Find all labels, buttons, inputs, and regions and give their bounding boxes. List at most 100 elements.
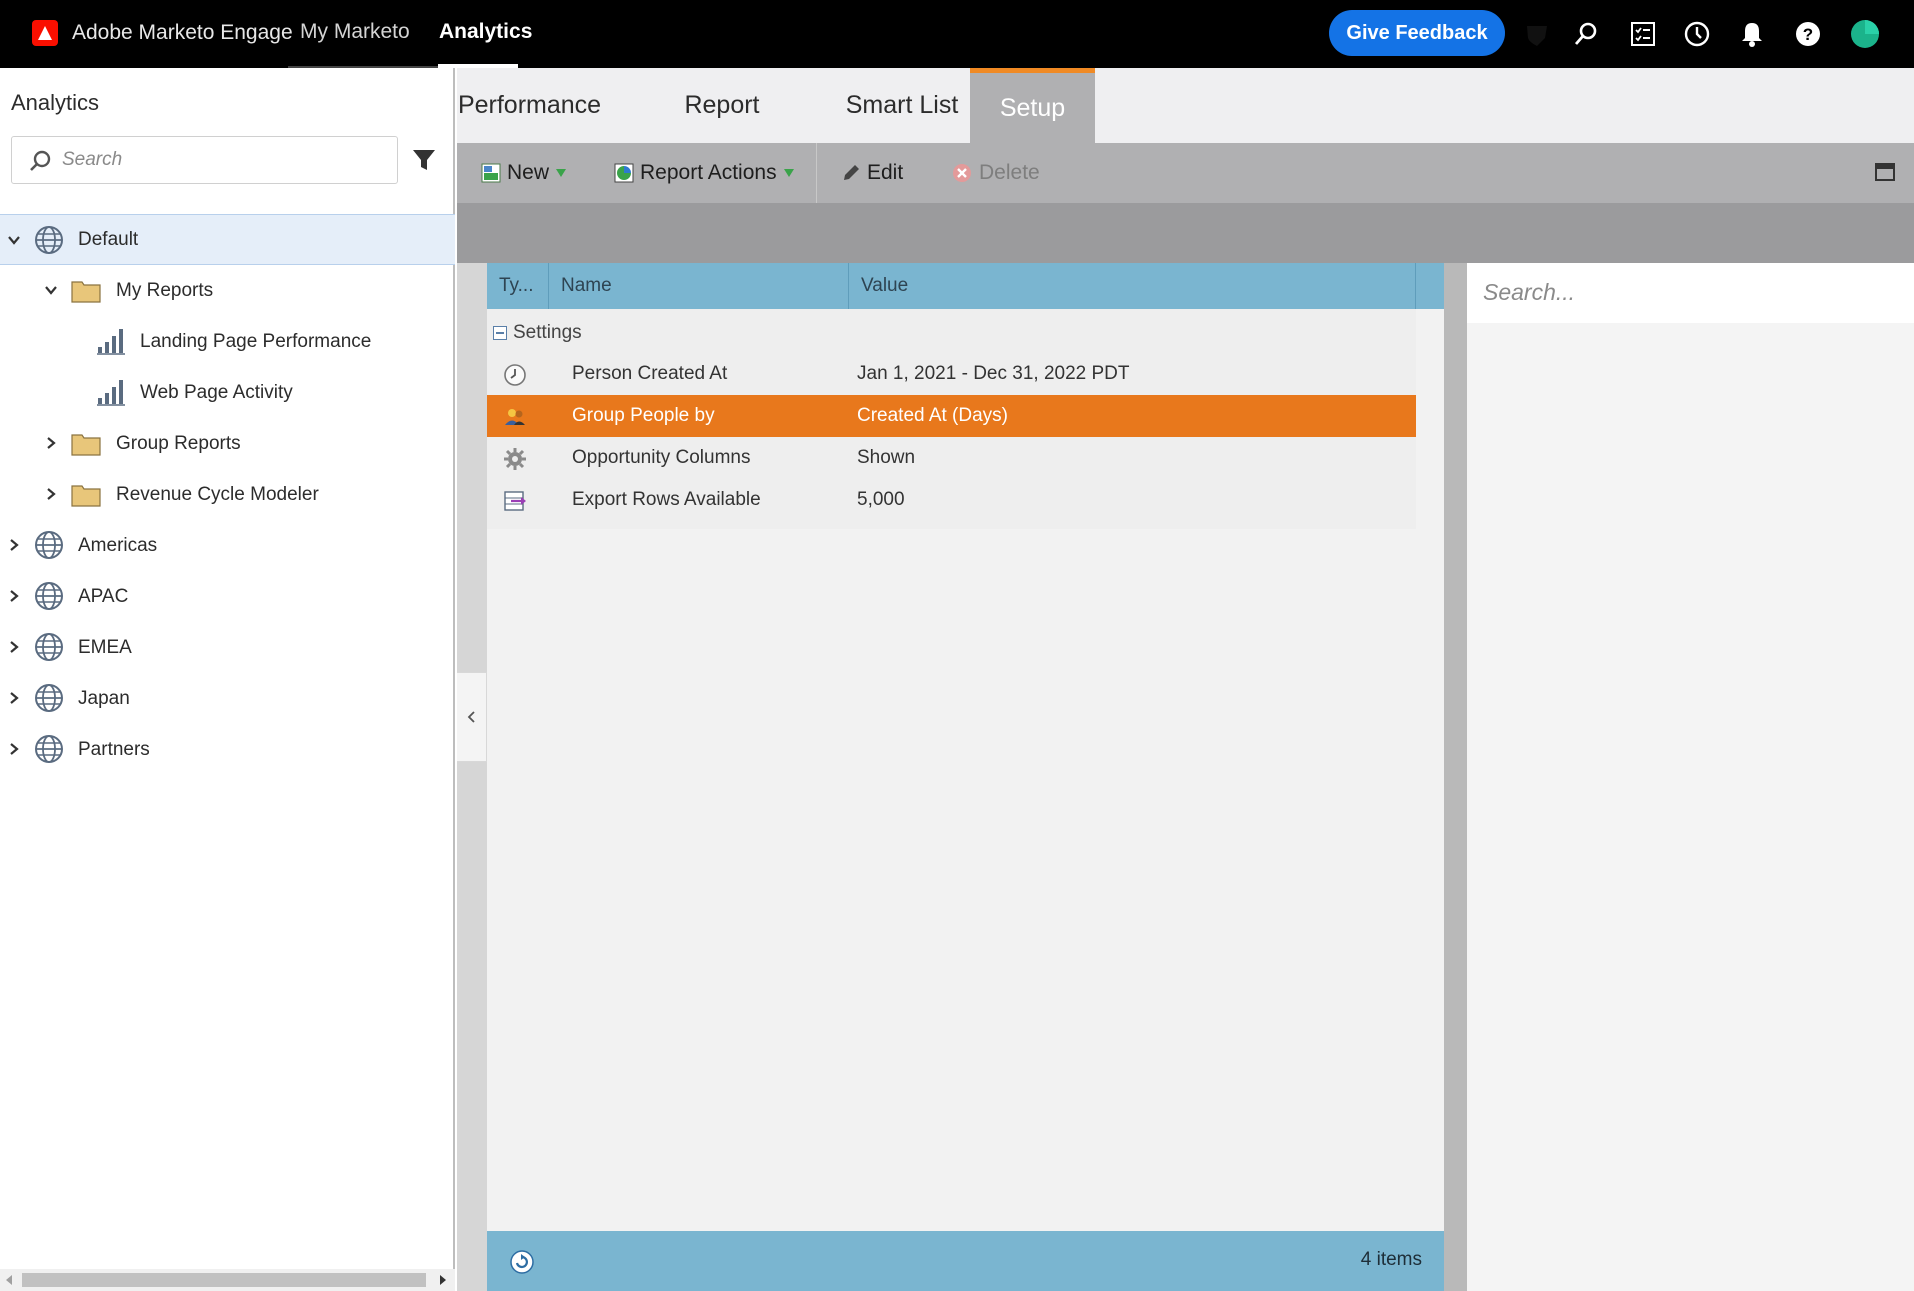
tab-report[interactable]: Report [671,68,773,143]
brand-label: Adobe Marketo Engage [72,21,293,44]
report-actions-icon [614,163,634,183]
tree-item-label: Revenue Cycle Modeler [116,483,319,505]
chevron-right-icon[interactable] [43,486,59,502]
collapse-toggle-icon[interactable] [493,326,507,340]
chevron-right-icon[interactable] [6,588,22,604]
history-icon[interactable] [1681,18,1713,50]
tree-item-landing-page-performance[interactable]: Landing Page Performance [0,316,455,367]
group-label: Settings [513,322,582,343]
filter-icon[interactable] [410,146,438,174]
grid-body: Settings Person Created At Jan 1, 2021 -… [487,309,1416,529]
tree-item-japan[interactable]: Japan [0,673,455,724]
report-chart-icon [97,329,125,355]
report-actions-label: Report Actions [640,161,777,184]
tree-item-label: Web Page Activity [140,381,293,403]
table-row[interactable]: Export Rows Available 5,000 [487,479,1416,521]
search-placeholder: Search [62,149,123,170]
globe-icon [35,582,63,610]
chevron-down-icon[interactable] [6,232,22,248]
brand[interactable]: Adobe Marketo Engage [32,20,293,46]
dropdown-arrow-icon [783,169,794,177]
bell-icon[interactable] [1736,18,1768,50]
globe-icon [35,684,63,712]
tab-smart-list[interactable]: Smart List [824,68,980,143]
folder-icon [71,434,101,456]
sub-toolbar [457,203,1914,263]
tree-item-default[interactable]: Default [0,214,455,265]
tree-item-apac[interactable]: APAC [0,571,455,622]
nav-analytics[interactable]: Analytics [439,20,532,44]
tree-item-americas[interactable]: Americas [0,520,455,571]
scroll-left-icon[interactable] [4,1274,14,1286]
nav-my-marketo[interactable]: My Marketo [300,20,410,44]
tree-item-label: APAC [78,585,129,607]
new-label: New [507,161,550,184]
column-header-type[interactable]: Ty... [487,263,549,309]
give-feedback-button[interactable]: Give Feedback [1329,10,1505,56]
main-panel: Performance Report Smart List Setup New … [457,68,1914,1291]
tree-item-my-reports[interactable]: My Reports [0,265,455,316]
search-icon[interactable] [1570,18,1602,50]
maximize-icon[interactable] [1874,161,1896,183]
row-name: Person Created At [572,363,728,384]
adobe-logo-icon [32,20,58,46]
tree-item-label: EMEA [78,636,132,658]
tree-item-group-reports[interactable]: Group Reports [0,418,455,469]
top-nav: Adobe Marketo Engage My Marketo Analytic… [0,0,1914,68]
tree-item-web-page-activity[interactable]: Web Page Activity [0,367,455,418]
tree-item-revenue-cycle-modeler[interactable]: Revenue Cycle Modeler [0,469,455,520]
panel-search-placeholder: Search... [1483,279,1576,305]
scrollbar-thumb[interactable] [22,1273,426,1287]
checklist-icon[interactable] [1627,18,1659,50]
tree-item-label: Default [78,228,139,250]
pencil-icon [844,165,859,180]
column-header-name[interactable]: Name [549,263,849,309]
sidebar: Analytics Search Default My Reports Land… [0,68,455,1291]
sidebar-horizontal-scrollbar[interactable] [0,1269,455,1291]
scroll-right-icon[interactable] [438,1274,448,1286]
grid-header: Ty... Name Value [487,263,1444,309]
gear-icon [504,448,526,470]
chevron-right-icon[interactable] [43,435,59,451]
panel-search-input[interactable]: Search... [1467,263,1914,323]
chevron-right-icon[interactable] [6,537,22,553]
group-row-settings[interactable]: Settings [487,315,582,351]
collapse-sidebar-button[interactable] [457,672,487,762]
table-row[interactable]: Opportunity Columns Shown [487,437,1416,479]
toolbar-separator [816,143,817,203]
folder-icon [71,485,101,507]
chevron-right-icon[interactable] [6,741,22,757]
edit-button[interactable]: Edit [841,157,903,189]
tab-performance[interactable]: Performance [457,68,602,143]
globe-icon [35,735,63,763]
svg-text:?: ? [1803,25,1813,44]
chevron-right-icon[interactable] [6,690,22,706]
avatar[interactable] [1849,18,1881,50]
delete-icon [953,164,971,182]
globe-icon [35,633,63,661]
table-row[interactable]: Person Created At Jan 1, 2021 - Dec 31, … [487,353,1416,395]
report-chart-icon [97,380,125,406]
chevron-left-icon [467,711,475,723]
refresh-icon[interactable] [509,1249,535,1275]
people-icon [505,409,525,425]
chevron-down-icon[interactable] [43,282,59,298]
tree-item-label: Americas [78,534,158,556]
edit-label: Edit [867,161,904,184]
help-icon[interactable]: ? [1792,18,1824,50]
tree-item-label: Landing Page Performance [140,330,372,352]
tree-item-emea[interactable]: EMEA [0,622,455,673]
sidebar-search-input[interactable]: Search [11,136,398,184]
new-button[interactable]: New [481,157,567,189]
column-header-value[interactable]: Value [849,263,1416,309]
chevron-right-icon[interactable] [6,639,22,655]
row-name: Group People by [572,405,715,426]
report-actions-button[interactable]: Report Actions [614,157,795,189]
settings-grid: Ty... Name Value Settings Person Created… [487,263,1472,1291]
tab-setup[interactable]: Setup [970,68,1095,143]
delete-button[interactable]: Delete [951,157,1040,189]
shield-icon[interactable] [1521,18,1553,50]
tree-item-partners[interactable]: Partners [0,724,455,775]
globe-icon [35,531,63,559]
table-row-selected[interactable]: Group People by Created At (Days) [487,395,1416,437]
